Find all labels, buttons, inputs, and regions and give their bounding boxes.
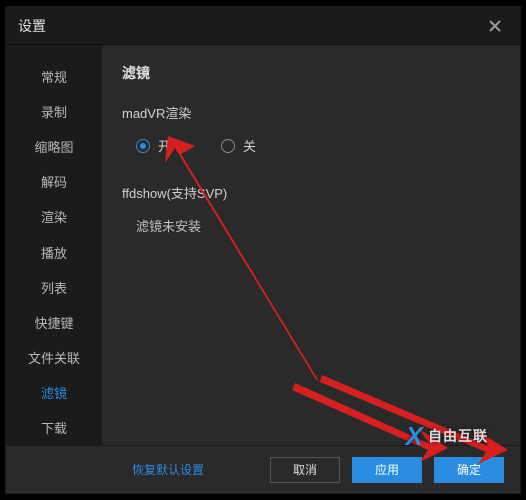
madvr-label: madVR渲染 bbox=[122, 103, 500, 122]
sidebar-item-playback[interactable]: 播放 bbox=[6, 234, 102, 269]
radio-on[interactable]: 开 bbox=[136, 136, 171, 155]
radio-icon bbox=[136, 139, 150, 153]
section-title: 滤镜 bbox=[122, 63, 500, 83]
close-icon bbox=[489, 20, 501, 32]
sidebar-item-label: 渲染 bbox=[41, 207, 67, 226]
sidebar-item-hotkeys[interactable]: 快捷键 bbox=[6, 305, 102, 340]
sidebar-item-decode[interactable]: 解码 bbox=[6, 164, 102, 199]
watermark-text: 自由互联 bbox=[428, 428, 488, 444]
sidebar-item-label: 滤镜 bbox=[41, 383, 67, 402]
watermark: X自由互联 bbox=[406, 421, 488, 452]
sidebar-item-filter[interactable]: 滤镜 bbox=[6, 375, 102, 410]
dialog-footer: 恢复默认设置 取消 应用 确定 bbox=[6, 445, 520, 493]
sidebar-item-label: 解码 bbox=[41, 172, 67, 191]
sidebar-item-general[interactable]: 常规 bbox=[6, 59, 102, 94]
radio-icon bbox=[221, 139, 235, 153]
sidebar-item-label: 文件关联 bbox=[28, 348, 80, 367]
sidebar-item-label: 播放 bbox=[41, 243, 67, 262]
sidebar-item-thumbnail[interactable]: 缩略图 bbox=[6, 129, 102, 164]
sidebar-item-label: 快捷键 bbox=[34, 313, 73, 332]
sidebar-item-label: 缩略图 bbox=[34, 137, 73, 156]
sidebar-item-label: 录制 bbox=[41, 102, 67, 121]
ok-button[interactable]: 确定 bbox=[434, 457, 504, 483]
sidebar-item-list[interactable]: 列表 bbox=[6, 270, 102, 305]
ffdshow-label: ffdshow(支持SVP) bbox=[122, 183, 500, 202]
cancel-button[interactable]: 取消 bbox=[270, 457, 340, 483]
madvr-radio-group: 开 关 bbox=[122, 136, 500, 155]
sidebar-item-record[interactable]: 录制 bbox=[6, 94, 102, 129]
radio-label: 开 bbox=[158, 136, 171, 155]
sidebar-item-label: 列表 bbox=[41, 278, 67, 297]
watermark-logo-icon: X bbox=[406, 421, 424, 451]
sidebar-item-download[interactable]: 下载 bbox=[6, 410, 102, 445]
filter-status: 滤镜未安装 bbox=[122, 216, 500, 235]
radio-label: 关 bbox=[243, 136, 256, 155]
sidebar: 常规 录制 缩略图 解码 渲染 播放 列表 快捷键 文件关联 滤镜 下载 bbox=[6, 45, 102, 445]
radio-off[interactable]: 关 bbox=[221, 136, 256, 155]
close-button[interactable] bbox=[482, 13, 508, 39]
sidebar-item-file-assoc[interactable]: 文件关联 bbox=[6, 340, 102, 375]
titlebar: 设置 bbox=[6, 7, 520, 45]
dialog-content: 常规 录制 缩略图 解码 渲染 播放 列表 快捷键 文件关联 滤镜 下载 滤镜 … bbox=[6, 45, 520, 445]
sidebar-item-label: 下载 bbox=[41, 418, 67, 437]
sidebar-item-render[interactable]: 渲染 bbox=[6, 199, 102, 234]
main-panel: 滤镜 madVR渲染 开 关 ffdshow(支持SVP) 滤镜未安装 bbox=[102, 45, 520, 445]
sidebar-item-label: 常规 bbox=[41, 67, 67, 86]
apply-button[interactable]: 应用 bbox=[352, 457, 422, 483]
dialog-title: 设置 bbox=[18, 16, 482, 36]
restore-defaults-link[interactable]: 恢复默认设置 bbox=[132, 461, 204, 478]
